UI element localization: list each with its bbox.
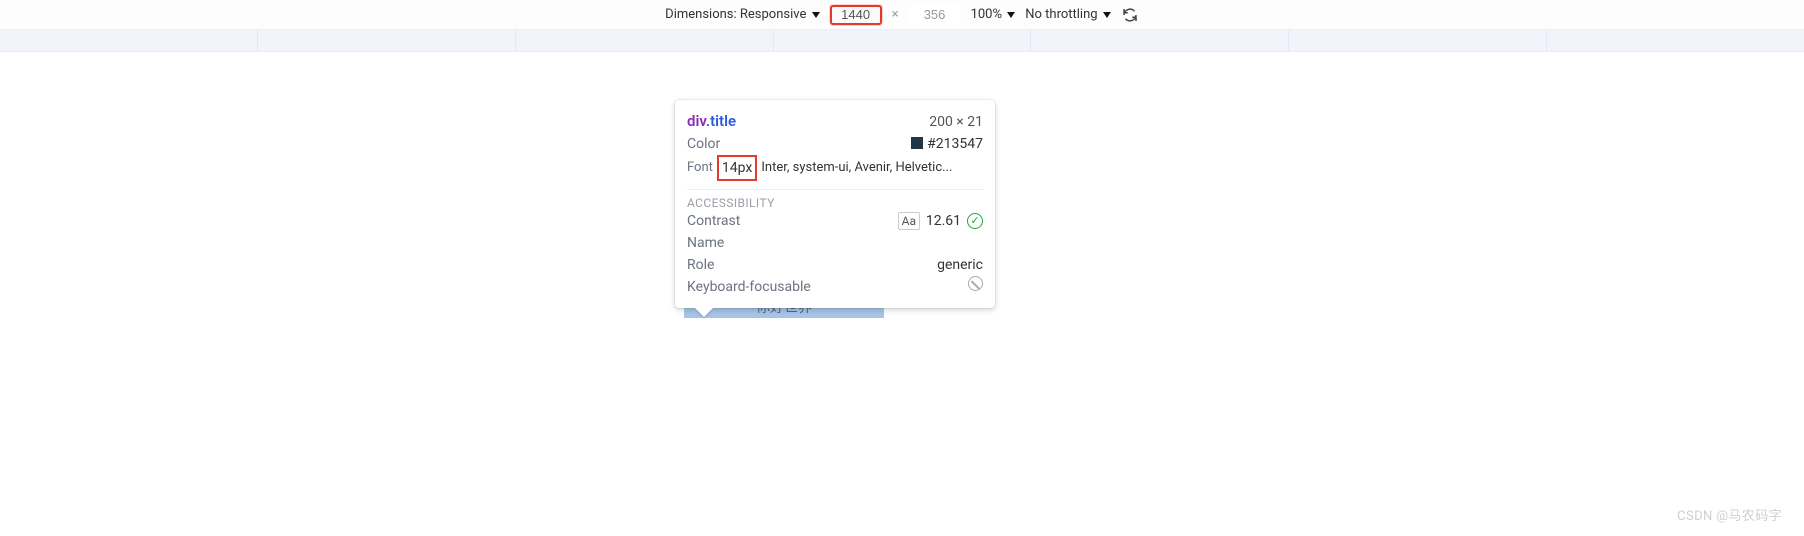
keyboard-focusable-label: Keyboard-focusable <box>687 276 811 298</box>
font-size-value: 14px <box>717 155 757 181</box>
accessibility-heading: ACCESSIBILITY <box>687 189 983 210</box>
rotate-icon[interactable] <box>1121 6 1139 24</box>
chevron-down-icon <box>1007 12 1015 18</box>
throttling-dropdown[interactable]: No throttling <box>1025 7 1111 22</box>
no-icon <box>968 276 983 291</box>
color-label: Color <box>687 133 771 155</box>
watermark: CSDN @马农码字 <box>1677 505 1782 524</box>
ruler-segment <box>0 30 258 51</box>
chevron-down-icon <box>1103 12 1111 18</box>
ruler-segment <box>258 30 516 51</box>
font-family-value: Inter, system-ui, Avenir, Helvetic... <box>761 157 983 179</box>
ruler-segment <box>1031 30 1289 51</box>
ruler-segment <box>516 30 774 51</box>
color-value: #213547 <box>771 133 983 155</box>
role-label: Role <box>687 254 771 276</box>
viewport: div.title 200 × 21 Color #213547 Font 14… <box>0 82 1804 536</box>
font-label: Font <box>687 157 713 179</box>
contrast-value: 12.61 <box>926 210 961 232</box>
element-selector: div.title <box>687 110 736 133</box>
chevron-down-icon <box>812 12 820 18</box>
height-input[interactable] <box>909 5 961 25</box>
ruler-segment <box>1547 30 1804 51</box>
dimensions-dropdown[interactable]: Dimensions: Responsive <box>665 7 819 22</box>
contrast-label: Contrast <box>687 210 771 232</box>
element-dimensions: 200 × 21 <box>929 111 983 133</box>
element-tag: div <box>687 112 706 130</box>
ruler-bar <box>0 30 1804 52</box>
element-tooltip: div.title 200 × 21 Color #213547 Font 14… <box>675 100 995 308</box>
role-value: generic <box>771 254 983 276</box>
element-class: .title <box>706 112 736 130</box>
width-input[interactable] <box>830 5 882 25</box>
dimensions-label: Dimensions: Responsive <box>665 7 806 22</box>
contrast-value-group: Aa 12.61 ✓ <box>771 210 983 232</box>
zoom-dropdown[interactable]: 100% <box>971 7 1016 22</box>
throttling-value: No throttling <box>1025 7 1097 22</box>
aa-badge: Aa <box>898 212 920 230</box>
ruler-segment <box>1289 30 1547 51</box>
checkmark-icon: ✓ <box>967 213 983 229</box>
keyboard-focusable-value <box>811 276 983 298</box>
name-label: Name <box>687 232 771 254</box>
blank-bar <box>0 52 1804 82</box>
color-swatch-icon <box>911 137 923 149</box>
device-toolbar: Dimensions: Responsive × 100% No throttl… <box>0 0 1804 30</box>
times-separator: × <box>892 7 899 22</box>
ruler-segment <box>774 30 1032 51</box>
zoom-value: 100% <box>971 7 1002 22</box>
